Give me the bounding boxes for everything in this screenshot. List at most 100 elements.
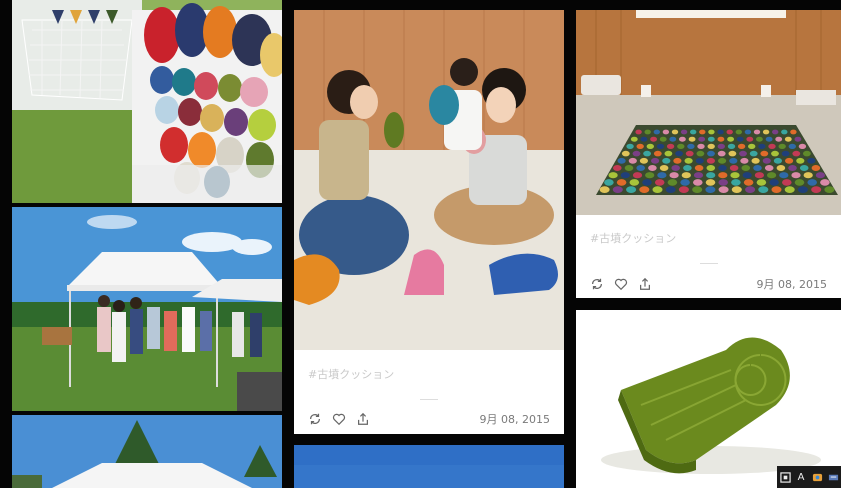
cushion-dot: [659, 136, 667, 142]
card-divider: [699, 263, 718, 264]
ime-indicator[interactable]: A: [795, 471, 807, 483]
cushion-dot: [794, 179, 805, 186]
cushion-dot: [665, 186, 676, 194]
photo-outdoor-tent-market[interactable]: [12, 207, 282, 411]
cushion-dot: [794, 136, 802, 142]
cushion-dot: [679, 136, 686, 142]
photo-blue-sky-image: [294, 445, 564, 488]
share-icon[interactable]: [356, 411, 370, 425]
cushion-dot: [767, 172, 777, 179]
repost-icon[interactable]: [590, 276, 604, 290]
photo-blue-sky[interactable]: [294, 445, 564, 488]
cushion-dot: [666, 143, 675, 149]
cushion-dot: [728, 150, 737, 157]
middle-column: #古墳クッション 9月 08, 2015: [294, 0, 564, 488]
share-icon[interactable]: [638, 276, 652, 290]
tray-keyboard-icon[interactable]: [827, 471, 839, 483]
left-column: [12, 0, 282, 488]
photo-cushion-grid-room[interactable]: [576, 10, 841, 215]
cushion-dot: [705, 186, 716, 194]
cushion-dot: [791, 172, 801, 179]
cushion-dot: [762, 157, 771, 164]
cushion-dot: [779, 172, 789, 179]
cushion-dot: [771, 150, 779, 157]
cushion-dot: [744, 129, 752, 135]
cushion-dot: [751, 157, 760, 164]
cushion-dot: [753, 129, 761, 135]
photo-tent-sky[interactable]: [12, 415, 282, 488]
cushion-dot: [687, 143, 695, 149]
cushion-dot: [742, 172, 752, 179]
cushion-dot: [741, 165, 751, 171]
cushion-dot: [746, 136, 754, 142]
cushion-dot: [652, 186, 663, 194]
cushion-dot: [642, 179, 652, 186]
cushion-dot: [781, 129, 788, 135]
cushion-dot: [699, 129, 706, 135]
cushion-dot: [680, 129, 688, 135]
cushion-dot: [651, 157, 660, 164]
cushion-dot: [696, 150, 705, 157]
cushion-dot: [739, 150, 747, 157]
cushion-dot: [707, 143, 715, 149]
system-tray: A: [777, 466, 841, 488]
cushion-dot: [705, 179, 716, 186]
cushion-dot: [756, 136, 763, 142]
cushion-dot: [773, 157, 782, 164]
cushion-dot: [646, 143, 654, 149]
heart-icon[interactable]: [332, 411, 346, 426]
cushion-dot: [707, 136, 715, 142]
cushion-dot: [707, 150, 715, 157]
photo-women-with-cushions-image: [294, 10, 564, 350]
cushion-dot: [693, 172, 704, 179]
repost-icon[interactable]: [308, 411, 322, 425]
cushion-dot: [706, 157, 715, 164]
post-tag[interactable]: #古墳クッション: [590, 230, 676, 246]
cushion-dot: [662, 129, 670, 135]
cushion-dot: [628, 157, 637, 164]
post-tag[interactable]: #古墳クッション: [308, 366, 394, 382]
cushion-dot: [626, 186, 637, 194]
cushion-dot: [604, 179, 614, 186]
cushion-dot: [677, 143, 685, 149]
cushion-dot: [620, 172, 630, 179]
heart-icon[interactable]: [614, 276, 628, 291]
cushion-dot: [753, 165, 762, 171]
cushion-dot: [790, 129, 797, 135]
photo-colorful-cushions-stall[interactable]: [12, 0, 282, 203]
cushion-dot: [792, 150, 801, 157]
tray-square-icon[interactable]: [779, 471, 791, 483]
cushion-dot: [630, 136, 638, 142]
cushion-dot: [740, 157, 749, 164]
cushion-dot: [727, 136, 734, 142]
cushion-dot: [706, 172, 716, 179]
cushion-dot: [694, 165, 704, 171]
cushion-dot: [640, 136, 648, 142]
cushion-dot: [685, 150, 694, 157]
cushion-dot: [807, 179, 817, 186]
cushion-dot: [690, 129, 697, 135]
tray-app-icon[interactable]: [811, 471, 823, 483]
cushion-dot: [698, 136, 706, 142]
photo-women-with-cushions[interactable]: [294, 10, 564, 350]
cushion-dot: [718, 172, 728, 179]
cushion-dot: [683, 165, 692, 171]
photo-green-keyhole-cushion[interactable]: A: [576, 310, 841, 488]
cushion-dot: [762, 129, 770, 135]
cushion-dot: [771, 186, 782, 194]
cushion-dot: [664, 150, 673, 157]
cushion-dot: [706, 165, 716, 171]
cushion-dot: [807, 157, 816, 164]
photo-cushion-grid-room-image: [576, 10, 841, 215]
cushion-dot: [731, 186, 742, 194]
cushion-dot: [803, 150, 811, 157]
cushion-dot: [778, 143, 786, 149]
cushion-dot: [681, 172, 691, 179]
cushion-dot: [788, 143, 796, 149]
cushion-dot: [695, 157, 704, 164]
cushion-dot: [680, 179, 690, 186]
cushion-dot: [653, 150, 662, 157]
cushion-dot: [678, 186, 689, 194]
cushion-dot: [608, 172, 618, 179]
cushion-dot: [616, 179, 627, 186]
